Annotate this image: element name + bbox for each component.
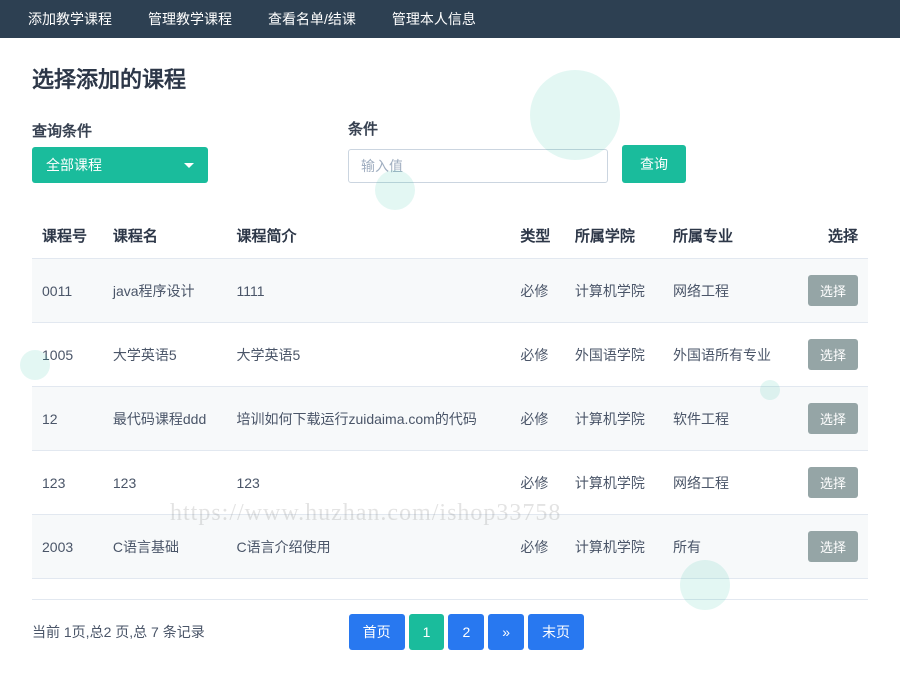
cell-id: 123: [32, 451, 103, 515]
cell-select: 选择: [792, 259, 868, 323]
col-type: 类型: [510, 213, 565, 259]
cell-name: 123: [103, 451, 227, 515]
page-title: 选择添加的课程: [32, 62, 868, 94]
col-college: 所属学院: [565, 213, 663, 259]
cell-select: 选择: [792, 323, 868, 387]
nav-add-course[interactable]: 添加教学课程: [10, 9, 130, 29]
cell-type: 必修: [510, 387, 565, 451]
cell-college: 计算机学院: [565, 451, 663, 515]
page-next[interactable]: »: [488, 614, 524, 650]
cell-type: 必修: [510, 451, 565, 515]
col-select: 选择: [792, 213, 868, 259]
cell-id: 12: [32, 387, 103, 451]
select-button[interactable]: 选择: [808, 339, 858, 370]
cell-select: 选择: [792, 451, 868, 515]
page-last[interactable]: 末页: [528, 614, 584, 650]
cell-major: 所有: [663, 515, 792, 579]
cell-desc: C语言介绍使用: [226, 515, 510, 579]
cell-id: 1005: [32, 323, 103, 387]
cell-name: 大学英语5: [103, 323, 227, 387]
cell-major: 网络工程: [663, 259, 792, 323]
cell-desc: 123: [226, 451, 510, 515]
filter-bar: 查询条件 全部课程 条件 查询: [32, 118, 868, 183]
page-summary: 当前 1页,总2 页,总 7 条记录: [32, 622, 205, 642]
chevron-down-icon: [184, 163, 194, 168]
navbar: 添加教学课程 管理教学课程 查看名单/结课 管理本人信息: [0, 0, 900, 38]
cell-major: 软件工程: [663, 387, 792, 451]
table-row: 0011java程序设计1111必修计算机学院网络工程选择: [32, 259, 868, 323]
cell-college: 计算机学院: [565, 259, 663, 323]
dropdown-value: 全部课程: [46, 155, 102, 175]
select-button[interactable]: 选择: [808, 467, 858, 498]
table-row: 2003C语言基础C语言介绍使用必修计算机学院所有选择: [32, 515, 868, 579]
cell-id: 0011: [32, 259, 103, 323]
page-1[interactable]: 1: [409, 614, 445, 650]
cell-type: 必修: [510, 323, 565, 387]
table-row: 123123123必修计算机学院网络工程选择: [32, 451, 868, 515]
cell-type: 必修: [510, 515, 565, 579]
nav-manage-course[interactable]: 管理教学课程: [130, 9, 250, 29]
cell-type: 必修: [510, 259, 565, 323]
course-table: 课程号 课程名 课程简介 类型 所属学院 所属专业 选择 0011java程序设…: [32, 213, 868, 579]
cell-name: C语言基础: [103, 515, 227, 579]
select-button[interactable]: 选择: [808, 275, 858, 306]
dropdown-label: 查询条件: [32, 120, 208, 141]
query-button[interactable]: 查询: [622, 145, 686, 183]
course-filter-dropdown[interactable]: 全部课程: [32, 147, 208, 183]
nav-manage-profile[interactable]: 管理本人信息: [374, 9, 494, 29]
nav-view-roster[interactable]: 查看名单/结课: [250, 9, 374, 29]
cell-college: 计算机学院: [565, 515, 663, 579]
col-desc: 课程简介: [226, 213, 510, 259]
table-row: 12最代码课程ddd培训如何下载运行zuidaima.com的代码必修计算机学院…: [32, 387, 868, 451]
select-button[interactable]: 选择: [808, 403, 858, 434]
col-major: 所属专业: [663, 213, 792, 259]
cell-desc: 培训如何下载运行zuidaima.com的代码: [226, 387, 510, 451]
page-2[interactable]: 2: [448, 614, 484, 650]
select-button[interactable]: 选择: [808, 531, 858, 562]
cell-name: java程序设计: [103, 259, 227, 323]
pagination: 首页 1 2 » 末页: [205, 614, 728, 650]
cell-select: 选择: [792, 387, 868, 451]
cell-desc: 大学英语5: [226, 323, 510, 387]
cell-id: 2003: [32, 515, 103, 579]
table-row: 1005大学英语5大学英语5必修外国语学院外国语所有专业选择: [32, 323, 868, 387]
cell-desc: 1111: [226, 259, 510, 323]
cell-college: 外国语学院: [565, 323, 663, 387]
col-name: 课程名: [103, 213, 227, 259]
col-id: 课程号: [32, 213, 103, 259]
cell-name: 最代码课程ddd: [103, 387, 227, 451]
cell-select: 选择: [792, 515, 868, 579]
search-input[interactable]: [348, 149, 608, 183]
input-label: 条件: [348, 118, 686, 139]
cell-major: 外国语所有专业: [663, 323, 792, 387]
cell-major: 网络工程: [663, 451, 792, 515]
cell-college: 计算机学院: [565, 387, 663, 451]
page-first[interactable]: 首页: [349, 614, 405, 650]
